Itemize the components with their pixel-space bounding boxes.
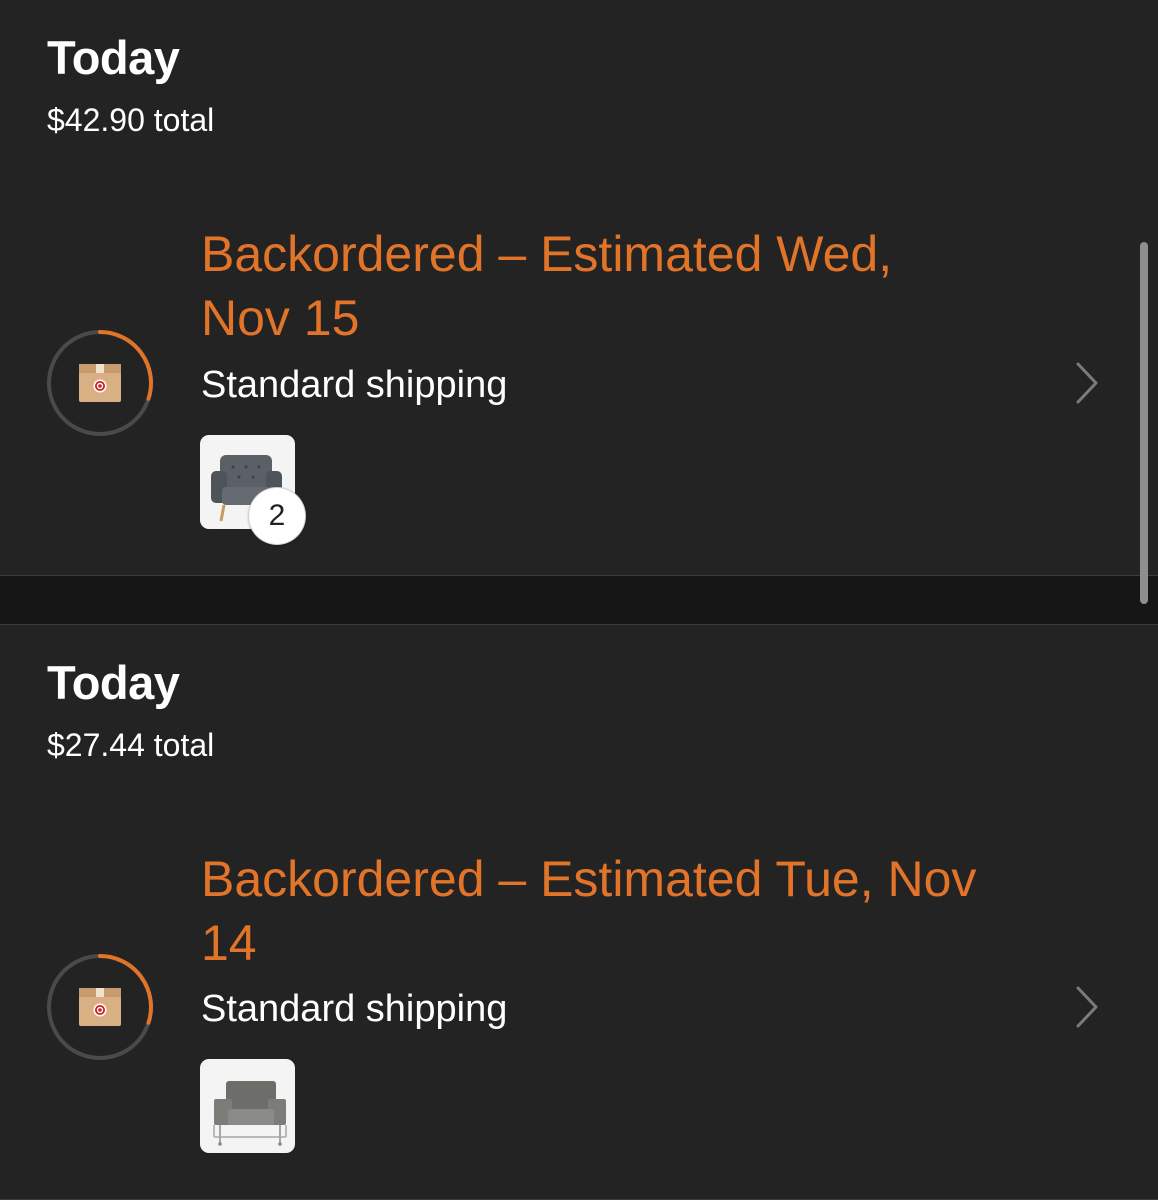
order-date: Today — [47, 31, 180, 84]
delivery-progress-ring — [47, 330, 153, 436]
shipping-method: Standard shipping — [201, 364, 508, 406]
package-icon — [79, 364, 121, 402]
scrollbar[interactable] — [1140, 242, 1148, 604]
orders-page: Today $42.90 total Backordered – Estimat… — [0, 0, 1158, 1200]
delivery-progress-ring — [47, 954, 153, 1060]
order-card[interactable]: Today $42.90 total Backordered – Estimat… — [0, 0, 1158, 576]
order-status: Backordered – Estimated Wed, Nov 15 — [201, 226, 893, 346]
order-date: Today — [47, 656, 180, 709]
order-total: $27.44 total — [47, 727, 215, 763]
armchair-image — [213, 1081, 287, 1146]
order-status: Backordered – Estimated Tue, Nov 14 — [201, 851, 977, 971]
chevron-right-icon[interactable] — [1068, 984, 1104, 1030]
package-icon — [79, 988, 121, 1026]
product-thumbnail[interactable] — [200, 1059, 295, 1153]
product-thumbnail[interactable]: 2 — [200, 435, 305, 544]
shipping-method: Standard shipping — [201, 988, 508, 1030]
order-total: $42.90 total — [47, 102, 215, 138]
order-card[interactable]: Today $27.44 total Backordered – Estimat… — [0, 624, 1158, 1200]
chevron-right-icon[interactable] — [1068, 360, 1104, 406]
quantity-badge: 2 — [249, 488, 305, 544]
